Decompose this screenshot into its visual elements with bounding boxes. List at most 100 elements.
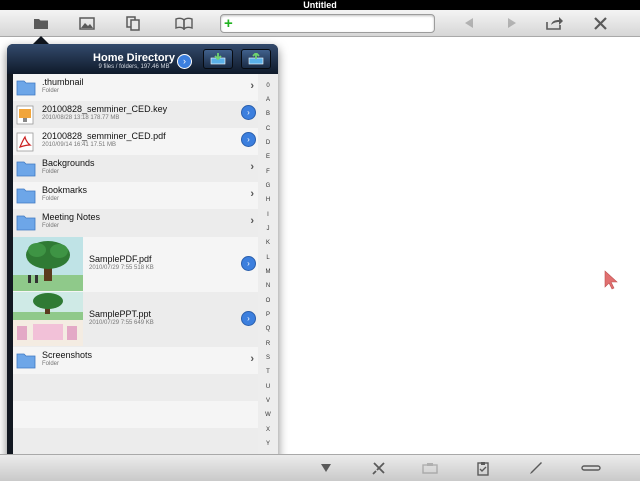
index-letter[interactable]: R [258,341,278,347]
list-item[interactable]: Bookmarks Folder › [13,182,258,210]
empty-row [13,428,258,456]
add-icon[interactable]: + [224,16,233,31]
popover-title: Home Directory [93,52,175,64]
file-name: 20100828_semminer_CED.pdf [42,131,166,141]
pen-icon[interactable] [525,458,547,478]
index-letter[interactable]: B [258,111,278,117]
list-item[interactable]: SamplePDF.pdf 2010/07/29 7:55 518 KB › [13,237,258,293]
bottom-toolbar [0,454,640,481]
line-icon[interactable] [580,458,602,478]
file-meta: 2010/08/28 13:18 178.77 MB [42,115,120,121]
index-letter[interactable]: G [258,183,278,189]
detail-disclosure-button[interactable]: › [241,132,256,147]
list-item[interactable]: 20100828_semminer_CED.pdf 2010/09/14 16:… [13,128,258,156]
window-title: Untitled [303,0,337,10]
info-button[interactable]: › [177,54,192,69]
file-meta: Folder [42,223,60,229]
export-icon [248,53,264,65]
index-letter[interactable]: U [258,384,278,390]
folder-icon [16,213,36,231]
index-letter[interactable]: I [258,212,278,218]
ppt-thumbnail [13,292,83,346]
index-letter[interactable]: D [258,140,278,146]
import-icon [210,53,226,65]
popover-header: Home Directory 9 files / folders, 197.46… [7,44,278,74]
chevron-right-icon[interactable]: › [250,161,254,173]
index-letter[interactable]: E [258,154,278,160]
index-letter[interactable]: Q [258,326,278,332]
index-letter[interactable]: P [258,312,278,318]
file-meta: 2010/09/14 16:41 17.51 MB [42,142,117,148]
file-meta: 2010/07/29 7:55 518 KB [89,265,154,271]
alphabet-index[interactable]: 0 A B C D E F G H I J K L M N O P Q R S … [258,74,278,464]
detail-disclosure-button[interactable]: › [241,256,256,271]
index-letter[interactable]: T [258,369,278,375]
photos-icon[interactable] [76,13,98,33]
detail-disclosure-button[interactable]: › [241,105,256,120]
index-letter[interactable]: Y [258,441,278,447]
chevron-right-icon[interactable]: › [250,353,254,365]
pin-tool-icon[interactable] [368,458,390,478]
index-letter[interactable]: J [258,226,278,232]
folder-icon[interactable] [30,13,52,33]
list-item[interactable]: Screenshots Folder › [13,347,258,375]
chevron-right-icon[interactable]: › [250,188,254,200]
pages-icon[interactable] [122,13,144,33]
index-letter[interactable]: A [258,97,278,103]
folder-icon [16,78,36,96]
file-name: Screenshots [42,350,93,360]
chevron-right-icon[interactable]: › [250,215,254,227]
index-letter[interactable]: F [258,169,278,175]
empty-row [13,374,258,402]
cursor-pointer-icon [604,270,618,295]
file-name: Meeting Notes [42,212,101,222]
index-letter[interactable]: X [258,427,278,433]
list-item[interactable]: 20100828_semminer_CED.key 2010/08/28 13:… [13,101,258,129]
index-letter[interactable]: H [258,197,278,203]
index-letter[interactable]: S [258,355,278,361]
index-letter[interactable]: V [258,398,278,404]
book-icon[interactable] [173,13,195,33]
dropdown-arrow-icon[interactable] [315,458,337,478]
file-meta: Folder [42,361,60,367]
folder-icon [16,351,36,369]
file-meta: Folder [42,88,60,94]
tools-icon[interactable] [589,13,611,33]
popover-arrow [33,36,49,44]
status-bar: Untitled [0,0,640,10]
file-browser-popover: Home Directory 9 files / folders, 197.46… [7,44,278,470]
file-name: SamplePDF.pdf [89,254,152,264]
chevron-right-icon[interactable]: › [250,80,254,92]
detail-disclosure-button[interactable]: › [241,311,256,326]
index-letter[interactable]: N [258,283,278,289]
forward-arrow-icon[interactable] [501,13,523,33]
empty-row [13,401,258,429]
export-button[interactable] [241,49,271,69]
index-letter[interactable]: W [258,412,278,418]
address-field[interactable]: + [220,14,435,33]
file-meta: 2010/07/29 7:55 649 KB [89,320,154,326]
index-letter[interactable]: M [258,269,278,275]
file-name: Backgrounds [42,158,95,168]
file-name: 20100828_semminer_CED.key [42,104,168,114]
index-letter[interactable]: C [258,126,278,132]
pdf-file-icon [16,132,36,152]
camera-icon[interactable] [419,458,441,478]
file-name: .thumbnail [42,77,84,87]
file-name: SamplePPT.ppt [89,309,152,319]
list-item[interactable]: .thumbnail Folder › [13,74,258,102]
folder-icon [16,186,36,204]
folder-icon [16,159,36,177]
index-letter[interactable]: L [258,255,278,261]
index-letter[interactable]: 0 [258,83,278,89]
index-letter[interactable]: O [258,298,278,304]
list-item[interactable]: Backgrounds Folder › [13,155,258,183]
import-button[interactable] [203,49,233,69]
back-arrow-icon[interactable] [458,13,480,33]
share-icon[interactable] [543,13,565,33]
index-letter[interactable]: K [258,240,278,246]
list-item[interactable]: SamplePPT.ppt 2010/07/29 7:55 649 KB › [13,292,258,348]
list-item[interactable]: Meeting Notes Folder › [13,209,258,238]
clipboard-icon[interactable] [472,458,494,478]
file-list: .thumbnail Folder › 20100828_semminer_CE… [13,74,258,464]
